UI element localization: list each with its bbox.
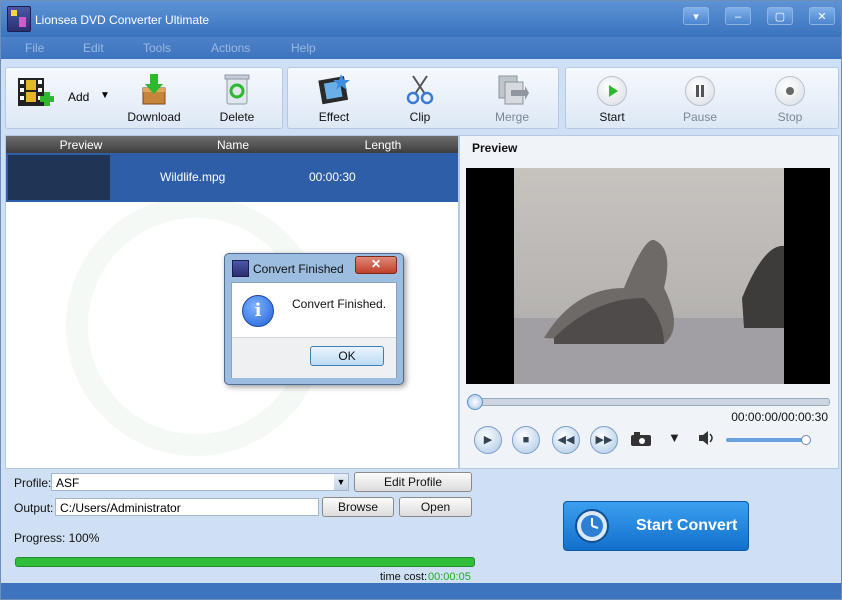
row-name: Wildlife.mpg xyxy=(160,170,226,184)
convert-clock-icon xyxy=(575,509,609,543)
stop-icon xyxy=(775,76,805,106)
dialog-message: Convert Finished. xyxy=(292,297,387,311)
menu-tools[interactable]: Tools xyxy=(143,41,171,55)
time-cost-label: time cost: xyxy=(380,571,428,583)
progress-bar xyxy=(15,557,475,567)
output-path-value: C:/Users/Administrator xyxy=(60,501,181,515)
toolbar-group-control: Start Pause Stop xyxy=(565,67,839,129)
column-name[interactable]: Name xyxy=(158,138,308,152)
menu-actions[interactable]: Actions xyxy=(211,41,250,55)
stop-button[interactable]: Stop xyxy=(758,68,822,128)
profile-select[interactable]: ASF ▼ xyxy=(51,473,349,491)
add-label: Add xyxy=(68,90,90,104)
dialog-body: i Convert Finished. OK xyxy=(231,282,397,378)
browse-button[interactable]: Browse xyxy=(322,497,394,517)
start-label: Start xyxy=(599,110,625,124)
pause-icon xyxy=(685,76,715,106)
dialog-close-button[interactable]: ✕ xyxy=(355,256,397,274)
delete-button[interactable]: Delete xyxy=(202,68,272,128)
minimize-button[interactable]: – xyxy=(725,7,751,25)
snapshot-camera-icon[interactable] xyxy=(630,431,652,447)
sea-lion-image xyxy=(514,239,784,384)
merge-label: Merge xyxy=(494,110,529,124)
scissors-icon xyxy=(406,75,434,105)
stop-label: Stop xyxy=(777,110,803,124)
menu-bar: File Edit Tools Actions Help xyxy=(1,37,841,59)
pause-button[interactable]: Pause xyxy=(668,68,732,128)
conversion-settings: Profile: ASF ▼ Edit Profile Output: C:/U… xyxy=(1,469,841,583)
film-add-icon xyxy=(18,78,54,106)
start-convert-button[interactable]: Start Convert xyxy=(563,501,749,551)
preview-title: Preview xyxy=(472,141,518,155)
ok-button[interactable]: OK xyxy=(310,346,384,366)
dialog-app-icon xyxy=(232,260,249,277)
toolbar: Add ▼ Download Delete Effect Clip Merge … xyxy=(1,63,841,133)
effect-button[interactable]: Effect xyxy=(302,68,366,128)
seek-bar[interactable] xyxy=(467,394,830,410)
title-bar: Lionsea DVD Converter Ultimate ▾ – ▢ ✕ xyxy=(1,1,841,37)
merge-button[interactable]: Merge xyxy=(480,68,544,128)
column-preview[interactable]: Preview xyxy=(6,138,156,152)
download-button[interactable]: Download xyxy=(122,68,186,128)
effect-label: Effect xyxy=(318,110,350,124)
close-button[interactable]: ✕ xyxy=(809,7,835,25)
toolbar-group-edit: Effect Clip Merge xyxy=(287,67,559,129)
download-label: Download xyxy=(127,110,181,124)
profile-value: ASF xyxy=(56,476,80,490)
add-dropdown-icon[interactable]: ▼ xyxy=(100,90,110,101)
snapshot-dropdown-icon[interactable]: ▼ xyxy=(668,430,681,445)
preview-panel: Preview 00:00:00/00:00:30 ▶ ■ ◀◀ ▶▶ ▼ xyxy=(459,135,839,469)
playback-time: 00:00:00/00:00:30 xyxy=(731,410,828,424)
volume-icon[interactable] xyxy=(698,430,716,446)
info-icon: i xyxy=(242,295,274,327)
dropdown-menu-icon[interactable]: ▾ xyxy=(683,7,709,25)
dialog-footer: OK xyxy=(232,337,396,378)
recycle-bin-icon xyxy=(224,74,250,105)
add-button[interactable]: Add ▼ xyxy=(12,68,122,128)
edit-profile-button[interactable]: Edit Profile xyxy=(354,472,472,492)
pause-label: Pause xyxy=(682,110,718,124)
volume-slider[interactable] xyxy=(726,435,811,445)
delete-label: Delete xyxy=(219,110,255,124)
open-button[interactable]: Open xyxy=(399,497,472,517)
dialog-title: Convert Finished xyxy=(253,262,344,276)
seek-handle[interactable] xyxy=(467,394,483,410)
effect-film-icon xyxy=(318,74,350,105)
download-icon xyxy=(142,74,166,105)
time-cost-value: 00:00:05 xyxy=(428,571,471,583)
rewind-button[interactable]: ◀◀ xyxy=(552,426,580,454)
start-convert-label: Start Convert xyxy=(636,517,738,534)
app-window: Lionsea DVD Converter Ultimate ▾ – ▢ ✕ F… xyxy=(0,0,842,600)
file-list-header: Preview Name Length xyxy=(6,136,458,153)
app-icon xyxy=(7,6,31,32)
fast-forward-button[interactable]: ▶▶ xyxy=(590,426,618,454)
window-title: Lionsea DVD Converter Ultimate xyxy=(35,13,210,27)
output-label: Output: xyxy=(14,501,54,515)
progress-label: Progress: 100% xyxy=(14,531,100,545)
toolbar-group-files: Add ▼ Download Delete xyxy=(5,67,283,129)
merge-icon xyxy=(498,75,529,105)
preview-play-button[interactable]: ▶ xyxy=(474,426,502,454)
menu-file[interactable]: File xyxy=(25,41,44,55)
clip-button[interactable]: Clip xyxy=(390,68,450,128)
convert-finished-dialog: Convert Finished ✕ i Convert Finished. O… xyxy=(224,253,404,385)
play-icon xyxy=(597,76,627,106)
preview-stop-button[interactable]: ■ xyxy=(512,426,540,454)
row-length: 00:00:30 xyxy=(309,170,356,184)
menu-help[interactable]: Help xyxy=(291,41,316,55)
maximize-button[interactable]: ▢ xyxy=(767,7,793,25)
video-screen xyxy=(466,168,830,384)
profile-dropdown-icon[interactable]: ▼ xyxy=(334,474,348,490)
column-length[interactable]: Length xyxy=(308,138,458,152)
profile-label: Profile: xyxy=(14,476,52,490)
status-bar xyxy=(1,583,841,599)
row-thumbnail xyxy=(8,155,110,200)
video-frame xyxy=(514,168,784,384)
table-row[interactable]: Wildlife.mpg 00:00:30 xyxy=(6,153,458,202)
output-path-field[interactable]: C:/Users/Administrator xyxy=(55,498,319,516)
clip-label: Clip xyxy=(409,110,431,124)
volume-handle[interactable] xyxy=(801,435,811,445)
start-button[interactable]: Start xyxy=(580,68,644,128)
menu-edit[interactable]: Edit xyxy=(83,41,104,55)
